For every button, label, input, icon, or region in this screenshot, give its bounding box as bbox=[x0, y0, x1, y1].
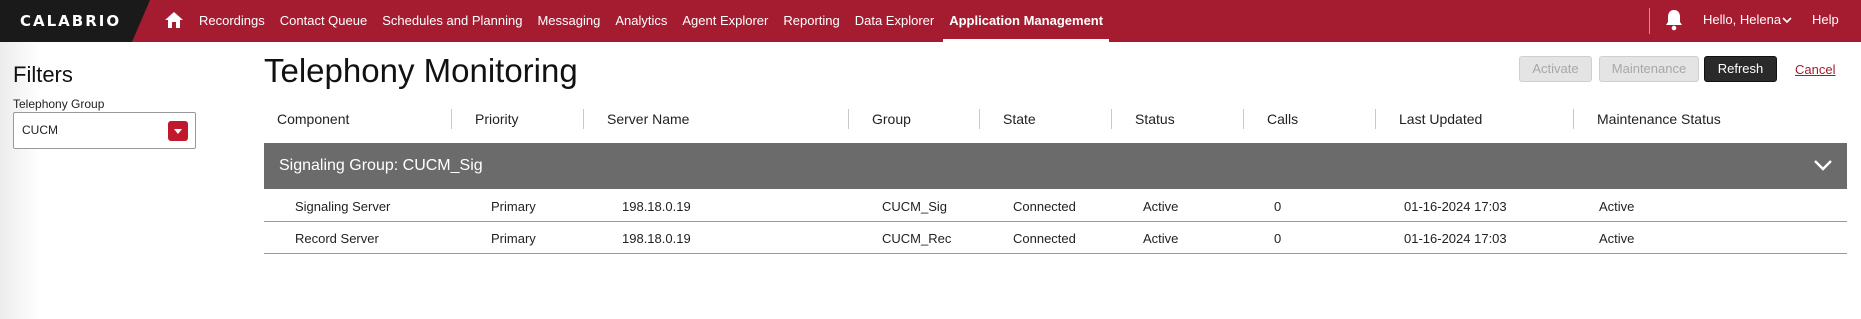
cell-state: Connected bbox=[1013, 231, 1076, 246]
maintenance-button[interactable]: Maintenance bbox=[1599, 56, 1699, 82]
activate-button[interactable]: Activate bbox=[1519, 56, 1592, 82]
calabrio-logo[interactable]: CALABRIO bbox=[0, 0, 150, 42]
telephony-group-label: Telephony Group bbox=[13, 97, 105, 111]
cell-server-name: 198.18.0.19 bbox=[622, 199, 691, 214]
nav-recordings[interactable]: Recordings bbox=[199, 0, 265, 42]
signaling-group-header[interactable]: Signaling Group: CUCM_Sig bbox=[264, 143, 1847, 189]
cell-server-name: 198.18.0.19 bbox=[622, 231, 691, 246]
cell-maintenance-status: Active bbox=[1599, 199, 1635, 214]
home-icon[interactable] bbox=[164, 10, 184, 30]
column-divider bbox=[1111, 109, 1112, 129]
column-divider bbox=[1375, 109, 1376, 129]
top-nav-bar: CALABRIO Recordings Contact Queue Schedu… bbox=[0, 0, 1861, 42]
cell-group: CUCM_Sig bbox=[882, 199, 948, 214]
cancel-link[interactable]: Cancel bbox=[1795, 62, 1835, 77]
cell-last-updated: 01-16-2024 17:03 bbox=[1404, 199, 1507, 214]
chevron-down-icon[interactable] bbox=[1782, 16, 1792, 24]
column-divider bbox=[1573, 109, 1574, 129]
caret-down-icon bbox=[174, 129, 182, 134]
cell-calls: 0 bbox=[1274, 231, 1282, 246]
cell-priority: Primary bbox=[491, 231, 536, 246]
col-maintenance-status[interactable]: Maintenance Status bbox=[1597, 111, 1721, 127]
col-component[interactable]: Component bbox=[277, 111, 349, 127]
column-divider bbox=[1243, 109, 1244, 129]
nav-messaging[interactable]: Messaging bbox=[537, 0, 600, 42]
column-divider bbox=[451, 109, 452, 129]
col-server-name[interactable]: Server Name bbox=[607, 111, 689, 127]
nav-agent-explorer[interactable]: Agent Explorer bbox=[682, 0, 768, 42]
cell-status: Active bbox=[1143, 199, 1179, 214]
filters-title: Filters bbox=[13, 62, 73, 87]
cell-group: CUCM_Rec bbox=[882, 231, 952, 246]
column-divider bbox=[848, 109, 849, 129]
nav-contact-queue[interactable]: Contact Queue bbox=[280, 0, 367, 42]
dropdown-button[interactable] bbox=[168, 121, 188, 141]
user-greeting[interactable]: Hello, Helena bbox=[1703, 0, 1781, 40]
bell-icon[interactable] bbox=[1664, 9, 1684, 31]
page-title: Telephony Monitoring bbox=[264, 52, 578, 89]
nav-data-explorer[interactable]: Data Explorer bbox=[855, 0, 934, 42]
nav-reporting[interactable]: Reporting bbox=[783, 0, 839, 42]
group-label: Signaling Group: CUCM_Sig bbox=[279, 157, 483, 174]
column-divider bbox=[979, 109, 980, 129]
col-priority[interactable]: Priority bbox=[475, 111, 519, 127]
brand-name: CALABRIO bbox=[20, 12, 122, 30]
chevron-down-icon[interactable] bbox=[1813, 158, 1833, 172]
telephony-group-select[interactable]: CUCM bbox=[13, 112, 196, 149]
nav-schedules-and-planning[interactable]: Schedules and Planning bbox=[382, 0, 522, 42]
col-state[interactable]: State bbox=[1003, 111, 1036, 127]
col-status[interactable]: Status bbox=[1135, 111, 1175, 127]
col-last-updated[interactable]: Last Updated bbox=[1399, 111, 1482, 127]
cell-component: Record Server bbox=[295, 231, 379, 246]
telephony-group-value: CUCM bbox=[22, 123, 58, 137]
cell-component: Signaling Server bbox=[295, 199, 391, 214]
nav-application-management[interactable]: Application Management bbox=[943, 0, 1109, 42]
col-calls[interactable]: Calls bbox=[1267, 111, 1298, 127]
refresh-button[interactable]: Refresh bbox=[1704, 56, 1777, 82]
column-divider bbox=[583, 109, 584, 129]
table-row[interactable]: Signaling Server Primary 198.18.0.19 CUC… bbox=[264, 190, 1847, 222]
cell-calls: 0 bbox=[1274, 199, 1282, 214]
cell-status: Active bbox=[1143, 231, 1179, 246]
nav-analytics[interactable]: Analytics bbox=[615, 0, 667, 42]
cell-last-updated: 01-16-2024 17:03 bbox=[1404, 231, 1507, 246]
col-group[interactable]: Group bbox=[872, 111, 911, 127]
cell-state: Connected bbox=[1013, 199, 1076, 214]
cell-maintenance-status: Active bbox=[1599, 231, 1635, 246]
main-nav: Recordings Contact Queue Schedules and P… bbox=[199, 0, 1118, 42]
table-row[interactable]: Record Server Primary 198.18.0.19 CUCM_R… bbox=[264, 222, 1847, 254]
nav-divider bbox=[1649, 8, 1650, 34]
cell-priority: Primary bbox=[491, 199, 536, 214]
help-link[interactable]: Help bbox=[1812, 0, 1839, 40]
